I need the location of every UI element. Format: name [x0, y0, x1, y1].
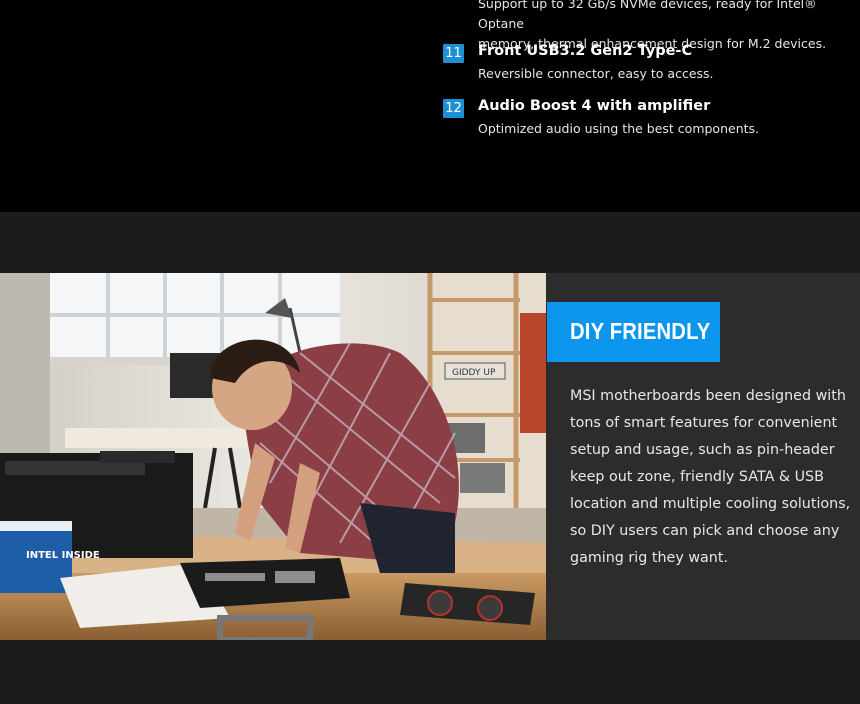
- feature-number-badge: 12: [443, 99, 464, 118]
- diy-photo: GIDDY UP INTEL INSIDE: [0, 273, 546, 640]
- diy-desc-line: gaming rig they want.: [570, 550, 729, 566]
- diy-desc-line: MSI motherboards been designed with: [570, 388, 846, 404]
- feature-desc: Reversible connector, easy to access.: [478, 66, 714, 81]
- diy-desc-line: location and multiple cooling solutions,: [570, 496, 851, 512]
- intel-box-label: INTEL INSIDE: [26, 550, 100, 561]
- diy-description: MSI motherboards been designed with tons…: [570, 383, 851, 572]
- poster-text: GIDDY UP: [452, 368, 496, 378]
- features-section: Support up to 32 Gb/s NVMe devices, read…: [0, 0, 860, 212]
- diy-desc-line: tons of smart features for convenient: [570, 415, 838, 431]
- feature-number-badge: 11: [443, 44, 464, 63]
- builder-workbench-image: GIDDY UP INTEL INSIDE: [0, 273, 546, 640]
- feature-title: Front USB3.2 Gen2 Type-C: [478, 43, 693, 59]
- diy-desc-line: setup and usage, such as pin-header: [570, 442, 835, 458]
- diy-friendly-section: GIDDY UP INTEL INSIDE DIY FRIENDLY MSI m…: [0, 273, 860, 640]
- feature-desc: Optimized audio using the best component…: [478, 121, 760, 136]
- feature-title: Audio Boost 4 with amplifier: [478, 98, 711, 114]
- diy-desc-line: keep out zone, friendly SATA & USB: [570, 469, 824, 485]
- feature-partial-line: Support up to 32 Gb/s NVMe devices, read…: [478, 0, 817, 31]
- diy-desc-line: so DIY users can pick and choose any: [570, 523, 840, 539]
- diy-heading: DIY FRIENDLY: [570, 318, 711, 344]
- diy-friendly-badge: DIY FRIENDLY: [547, 302, 720, 362]
